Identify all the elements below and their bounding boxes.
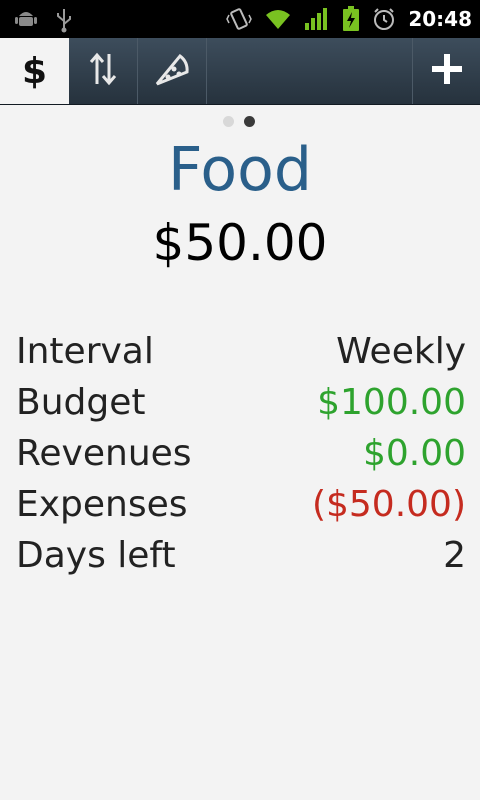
detail-row-interval: Interval Weekly bbox=[16, 326, 466, 377]
add-button[interactable] bbox=[412, 38, 480, 104]
page-indicator bbox=[223, 116, 255, 127]
transfer-arrows-icon bbox=[88, 52, 118, 90]
detail-label: Revenues bbox=[16, 433, 192, 474]
budget-title: Food bbox=[168, 135, 312, 205]
detail-label: Days left bbox=[16, 535, 176, 576]
budget-remaining-amount: $50.00 bbox=[152, 214, 328, 272]
plus-icon bbox=[430, 52, 464, 90]
action-bar: $ bbox=[0, 38, 480, 105]
signal-icon bbox=[304, 7, 330, 31]
dollar-icon: $ bbox=[21, 50, 48, 92]
android-debug-icon bbox=[14, 7, 38, 33]
detail-row-days-left: Days left 2 bbox=[16, 530, 466, 581]
tab-budget[interactable]: $ bbox=[0, 38, 69, 104]
tab-transactions[interactable] bbox=[69, 38, 138, 104]
page-dot-active bbox=[244, 116, 255, 127]
detail-label: Interval bbox=[16, 331, 154, 372]
vibrate-icon bbox=[226, 7, 253, 31]
battery-charging-icon bbox=[342, 6, 360, 32]
detail-value: 2 bbox=[443, 535, 466, 576]
page-dot bbox=[223, 116, 234, 127]
budget-details: Interval Weekly Budget $100.00 Revenues … bbox=[16, 326, 466, 581]
detail-label: Expenses bbox=[16, 484, 188, 525]
detail-value: $100.00 bbox=[317, 382, 466, 423]
pizza-slice-icon bbox=[154, 52, 190, 90]
detail-value: ($50.00) bbox=[311, 484, 466, 525]
detail-label: Budget bbox=[16, 382, 146, 423]
wifi-icon bbox=[264, 7, 292, 31]
alarm-icon bbox=[372, 7, 396, 31]
detail-row-budget: Budget $100.00 bbox=[16, 377, 466, 428]
tab-categories[interactable] bbox=[138, 38, 207, 104]
detail-row-expenses: Expenses ($50.00) bbox=[16, 479, 466, 530]
status-bar: 20:48 bbox=[0, 0, 480, 38]
clock-time: 20:48 bbox=[408, 7, 472, 31]
detail-value: $0.00 bbox=[362, 433, 466, 474]
usb-icon bbox=[54, 7, 74, 33]
detail-value: Weekly bbox=[336, 331, 466, 372]
detail-row-revenues: Revenues $0.00 bbox=[16, 428, 466, 479]
